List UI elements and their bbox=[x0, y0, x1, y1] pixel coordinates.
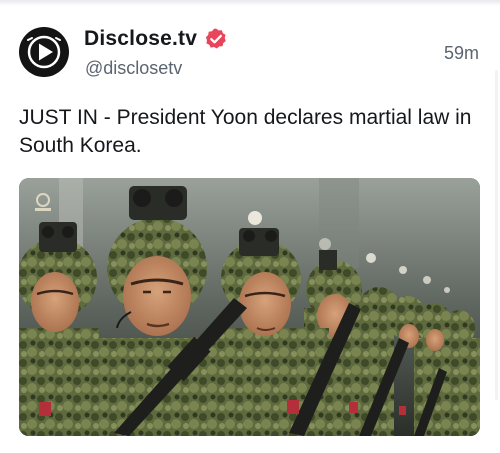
post-text: JUST IN - President Yoon declares martia… bbox=[19, 106, 472, 157]
soldiers-photo bbox=[19, 178, 480, 436]
author-avatar[interactable] bbox=[19, 27, 69, 77]
post-media-image[interactable] bbox=[19, 178, 480, 436]
author-display-name[interactable]: Disclose.tv bbox=[84, 27, 197, 51]
post-timestamp[interactable]: 59m bbox=[444, 43, 479, 64]
scrollbar[interactable] bbox=[495, 70, 498, 400]
verified-badge-icon bbox=[205, 28, 226, 49]
play-logo-icon bbox=[20, 28, 68, 76]
author-handle[interactable]: @disclosetv bbox=[85, 58, 182, 79]
author-name-row: Disclose.tv bbox=[84, 27, 228, 51]
post-card[interactable]: Disclose.tv @disclosetv 59m JUST IN - Pr… bbox=[0, 0, 500, 453]
